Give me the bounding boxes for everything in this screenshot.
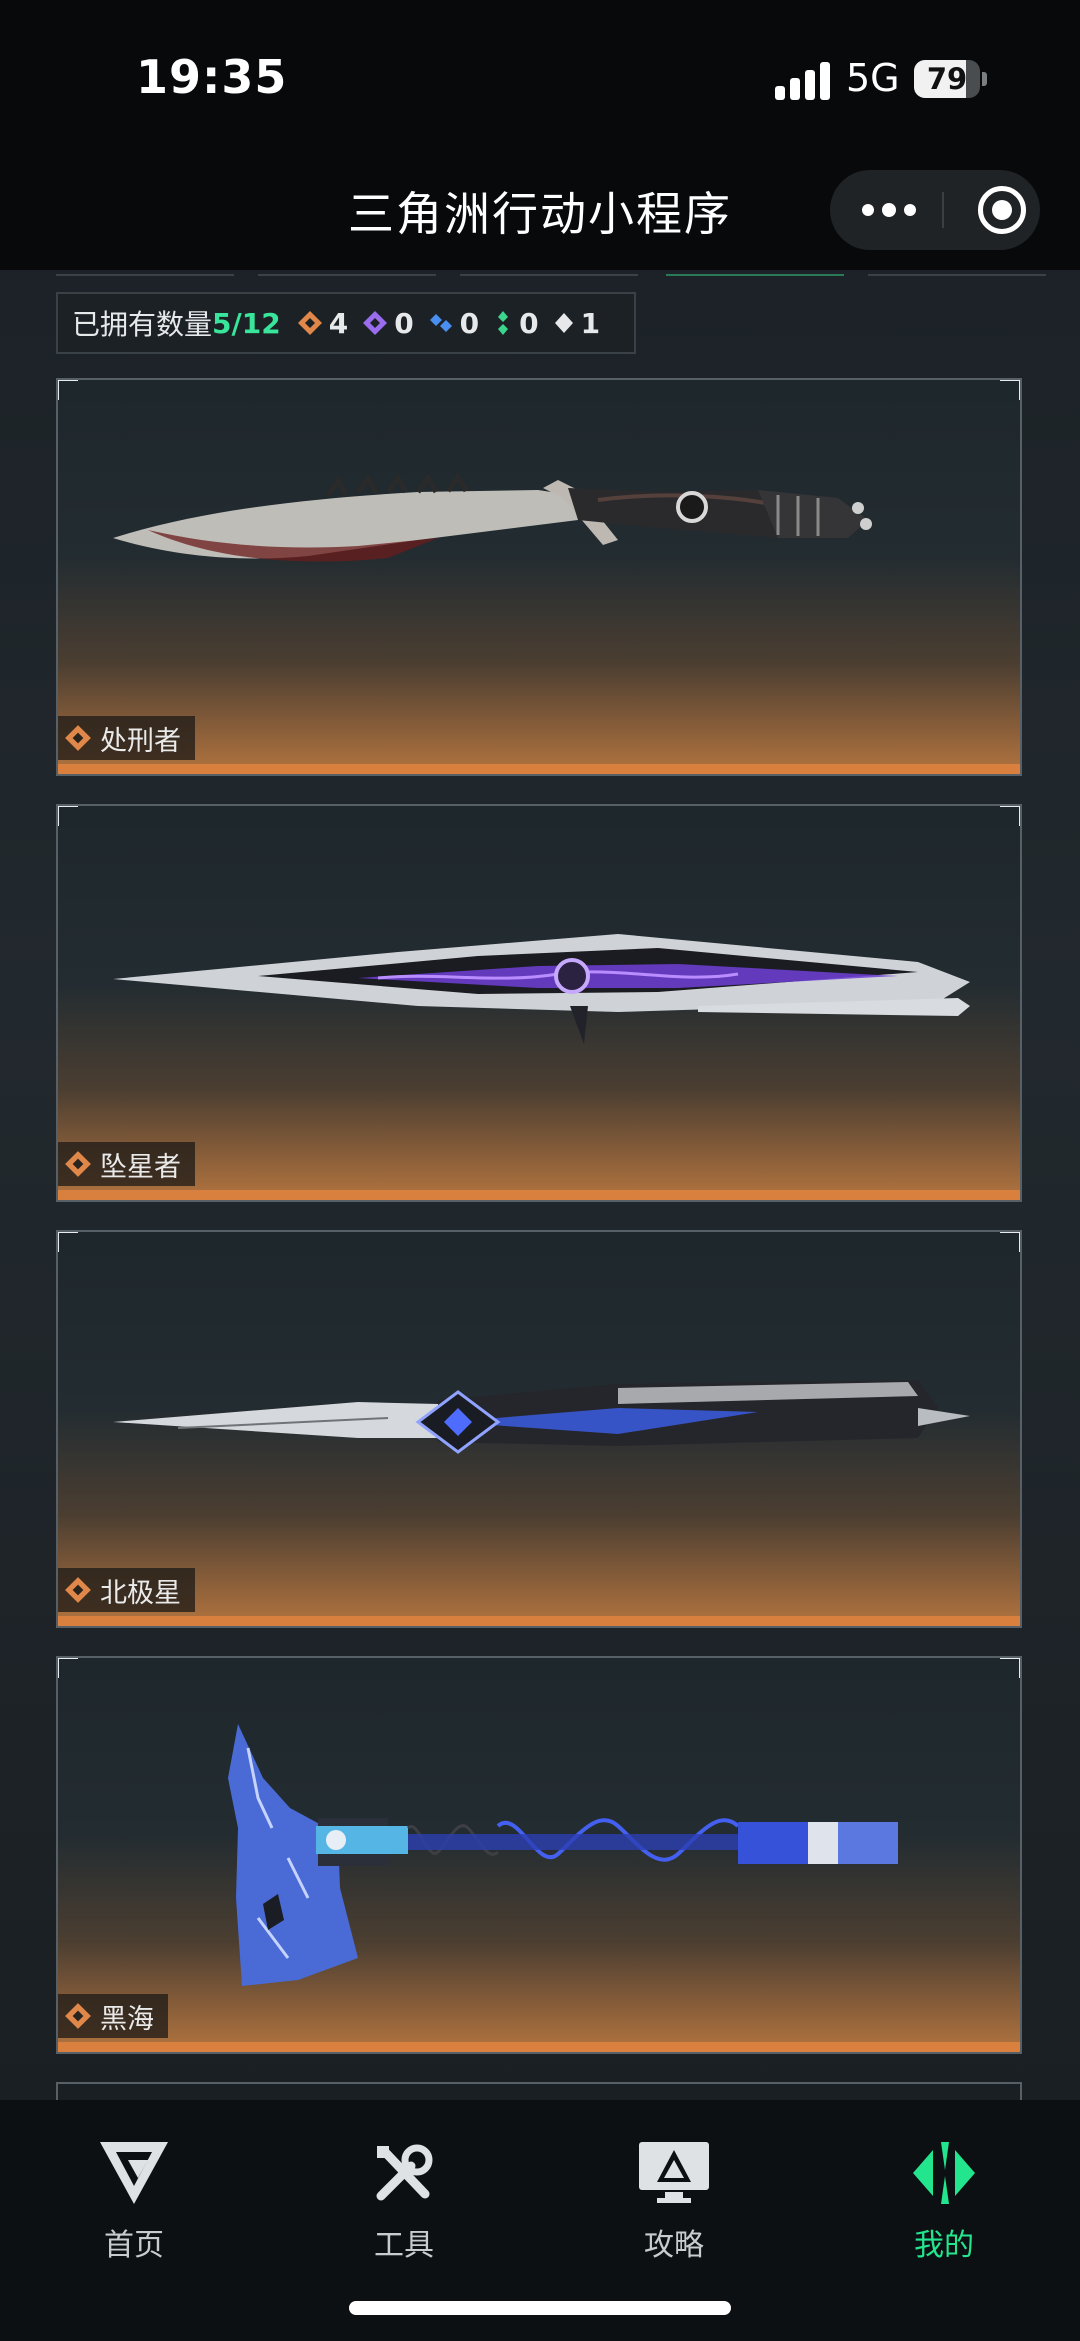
item-name-tag: 坠星者 [58,1142,195,1186]
target-icon[interactable] [978,186,1026,234]
item-name: 黑海 [100,2003,154,2035]
purple-diamond-icon [363,311,388,335]
tools-icon [376,2144,433,2201]
rarity-count-purple: 0 [362,306,414,340]
item-name: 处刑者 [100,725,181,757]
battery-level: 79 [926,62,968,96]
miniprogram-capsule [830,170,1040,250]
polaris-dagger-image [113,1380,970,1454]
top-bar: 19:35 5G 79 三角洲行动小程序 [0,0,1080,270]
delta-logo-icon [100,2142,168,2204]
battery-icon: 79 [914,60,980,98]
item-name-tag: 处刑者 [58,716,195,760]
profile-diamond-icon [913,2142,975,2204]
guide-monitor-icon [639,2142,709,2203]
orange-diamond-icon [297,311,322,335]
network-type: 5G [846,56,900,100]
item-name-tag: 北极星 [58,1568,195,1612]
item-card[interactable]: 坠星者 [56,804,1022,1202]
battery-tip [982,72,987,86]
tab-profile[interactable]: 我的 [864,2140,1024,2264]
orange-diamond-icon [65,725,91,751]
rarity-value: 4 [328,306,349,340]
rarity-count-orange: 4 [297,307,348,340]
white-diamond-icon [554,313,573,333]
rarity-count-blue: 0 [428,307,479,340]
tab-label: 攻略 [644,2228,704,2263]
filter-tabs [56,270,1046,278]
signal-icon [775,62,831,100]
rarity-value: 0 [519,306,539,340]
executioner-knife-image [113,472,872,562]
owned-count: 5/12 [212,306,281,340]
orange-diamond-icon [65,1577,91,1603]
item-name: 北极星 [100,1577,181,1609]
blue-diamond-icon [429,314,452,332]
status-time: 19:35 [136,50,288,104]
starfall-knife-image [113,934,970,1044]
item-name: 坠星者 [100,1151,181,1183]
orange-diamond-icon [65,2003,91,2029]
collection-content[interactable]: 已拥有数量 5/12 4 0 0 0 1 处刑者 坠星者 北极星 黑海 [0,270,1080,2100]
orange-diamond-icon [65,1151,91,1177]
item-card-partial[interactable] [56,2082,1022,2100]
owned-label: 已拥有数量 [72,308,213,341]
home-indicator[interactable] [349,2301,731,2315]
item-name-tag: 黑海 [58,1994,168,2038]
black-sea-axe-image [228,1724,898,1986]
capsule-divider [942,192,944,228]
more-dots-icon[interactable] [860,192,920,228]
rarity-value: 0 [459,306,480,340]
tab-tools[interactable]: 工具 [324,2140,484,2264]
tab-label: 我的 [914,2228,974,2263]
rarity-count-white: 1 [553,307,600,340]
rarity-value: 0 [394,306,414,340]
rarity-value: 1 [580,306,601,340]
tab-guide[interactable]: 攻略 [594,2140,754,2264]
item-card[interactable]: 黑海 [56,1656,1022,2054]
item-card[interactable]: 处刑者 [56,378,1022,776]
tab-label: 首页 [104,2228,164,2263]
green-diamond-icon [498,311,509,335]
owned-summary: 已拥有数量 5/12 4 0 0 0 1 [56,292,636,354]
tab-label: 工具 [374,2228,434,2263]
tab-home[interactable]: 首页 [54,2140,214,2264]
item-card[interactable]: 北极星 [56,1230,1022,1628]
rarity-count-green: 0 [493,306,539,340]
